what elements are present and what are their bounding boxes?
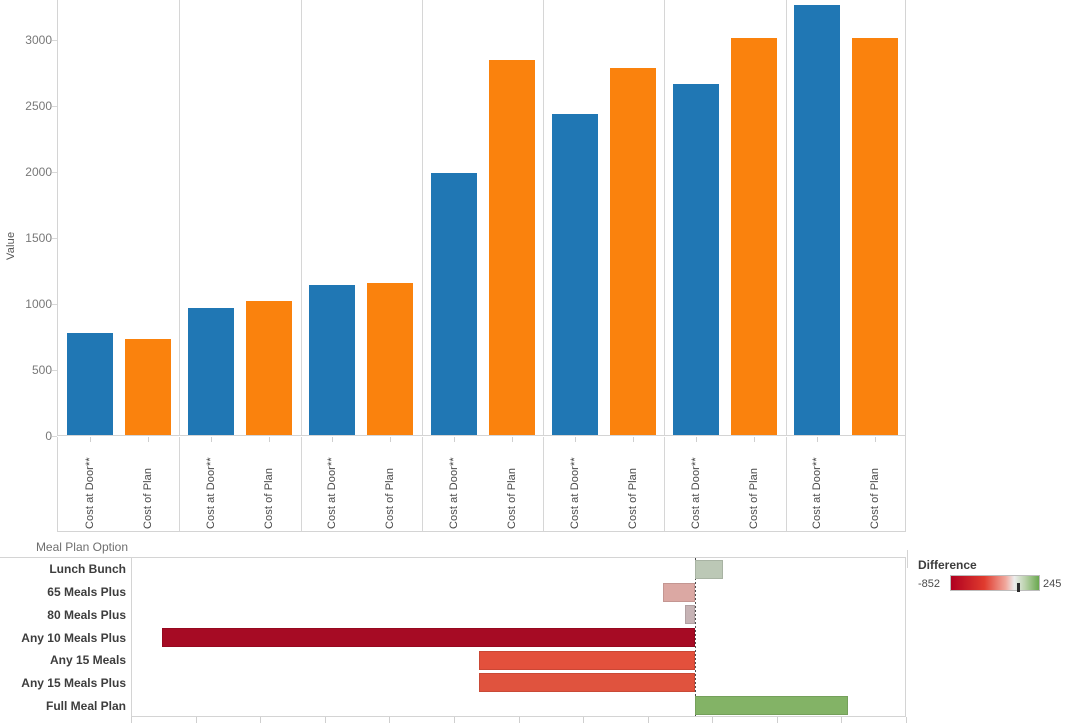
panel-divider — [179, 0, 180, 435]
y-tick-label: 0 — [45, 429, 52, 443]
difference-bar[interactable] — [162, 628, 695, 647]
difference-bar[interactable] — [478, 651, 695, 670]
category-label[interactable]: Cost of Plan — [869, 441, 957, 529]
row-label[interactable]: Lunch Bunch — [0, 563, 126, 575]
legend-gradient — [951, 576, 1039, 590]
difference-bar[interactable] — [663, 583, 695, 602]
panel-divider — [422, 0, 423, 435]
bar-cost-of-plan[interactable] — [852, 38, 898, 435]
x-tick — [260, 717, 261, 723]
y-tick-label: 3000 — [25, 32, 52, 47]
x-tick — [196, 717, 197, 723]
row-label-column: Lunch Bunch 65 Meals Plus 80 Meals Plus Any… — [0, 558, 131, 717]
bar-cost-at-door[interactable] — [67, 333, 113, 435]
legend-max-label: 245 — [1043, 578, 1062, 590]
bar-cost-at-door[interactable] — [794, 5, 840, 435]
panel-divider — [301, 0, 302, 435]
row-label[interactable]: Any 15 Meals — [0, 654, 126, 666]
zero-reference-line — [695, 558, 696, 716]
bar-cost-at-door[interactable] — [188, 308, 234, 435]
category-axis: Cost at Door** Cost of Plan Cost at Door**… — [57, 437, 906, 532]
meal-plan-option-header: Meal Plan Option — [35, 540, 128, 554]
bar-cost-at-door[interactable] — [673, 84, 719, 435]
row-label[interactable]: Any 10 Meals Plus — [0, 632, 126, 644]
x-tick — [841, 717, 842, 723]
row-label[interactable]: 80 Meals Plus — [0, 609, 126, 621]
bar-cost-at-door[interactable] — [431, 173, 477, 435]
x-tick — [325, 717, 326, 723]
difference-x-axis — [131, 717, 907, 725]
dashboard-root: Value 3000 2500 2000 1500 1000 500 0 Cost at D… — [0, 0, 1080, 723]
y-tick-label: 2000 — [25, 164, 52, 179]
x-tick — [777, 717, 778, 723]
difference-plot-area — [131, 558, 906, 717]
panel-divider — [786, 0, 787, 435]
legend-title: Difference — [918, 558, 977, 572]
y-tick-label: 1500 — [25, 230, 52, 245]
panel-divider — [543, 0, 544, 435]
value-bar-chart: Value 3000 2500 2000 1500 1000 500 0 Cost at D… — [0, 0, 1080, 536]
row-label[interactable]: 65 Meals Plus — [0, 586, 126, 598]
bar-cost-at-door[interactable] — [309, 285, 355, 435]
x-tick — [131, 717, 132, 723]
x-tick — [583, 717, 584, 723]
difference-bar[interactable] — [694, 696, 848, 715]
bar-cost-of-plan[interactable] — [246, 301, 292, 435]
bar-cost-of-plan[interactable] — [489, 60, 535, 435]
x-tick — [712, 717, 713, 723]
legend-min-label: -852 — [918, 578, 941, 590]
legend-color-ramp[interactable] — [950, 575, 1040, 591]
bar-cost-of-plan[interactable] — [731, 38, 777, 435]
difference-legend: Difference -852 245 — [907, 550, 1080, 610]
y-axis-ticks: 3000 2500 2000 1500 1000 500 0 — [0, 0, 57, 536]
bar-plot-area — [57, 0, 906, 436]
x-tick — [519, 717, 520, 723]
difference-bar[interactable] — [478, 673, 695, 692]
x-tick — [454, 717, 455, 723]
legend-divider — [907, 550, 908, 568]
panel-divider — [664, 0, 665, 435]
y-tick-label: 500 — [31, 362, 52, 377]
difference-bar[interactable] — [685, 605, 695, 624]
plot-right-edge — [905, 0, 906, 437]
bar-cost-of-plan[interactable] — [367, 283, 413, 435]
legend-value-marker — [1017, 583, 1020, 592]
x-tick — [389, 717, 390, 723]
x-tick — [648, 717, 649, 723]
difference-bar[interactable] — [694, 560, 723, 579]
y-tick-label: 1000 — [25, 296, 52, 311]
y-tick-label: 2500 — [25, 98, 52, 113]
bar-cost-at-door[interactable] — [552, 114, 598, 435]
bar-cost-of-plan[interactable] — [125, 339, 171, 435]
x-tick — [906, 717, 907, 723]
bar-cost-of-plan[interactable] — [610, 68, 656, 435]
row-label[interactable]: Full Meal Plan — [0, 700, 126, 712]
row-label[interactable]: Any 15 Meals Plus — [0, 677, 126, 689]
